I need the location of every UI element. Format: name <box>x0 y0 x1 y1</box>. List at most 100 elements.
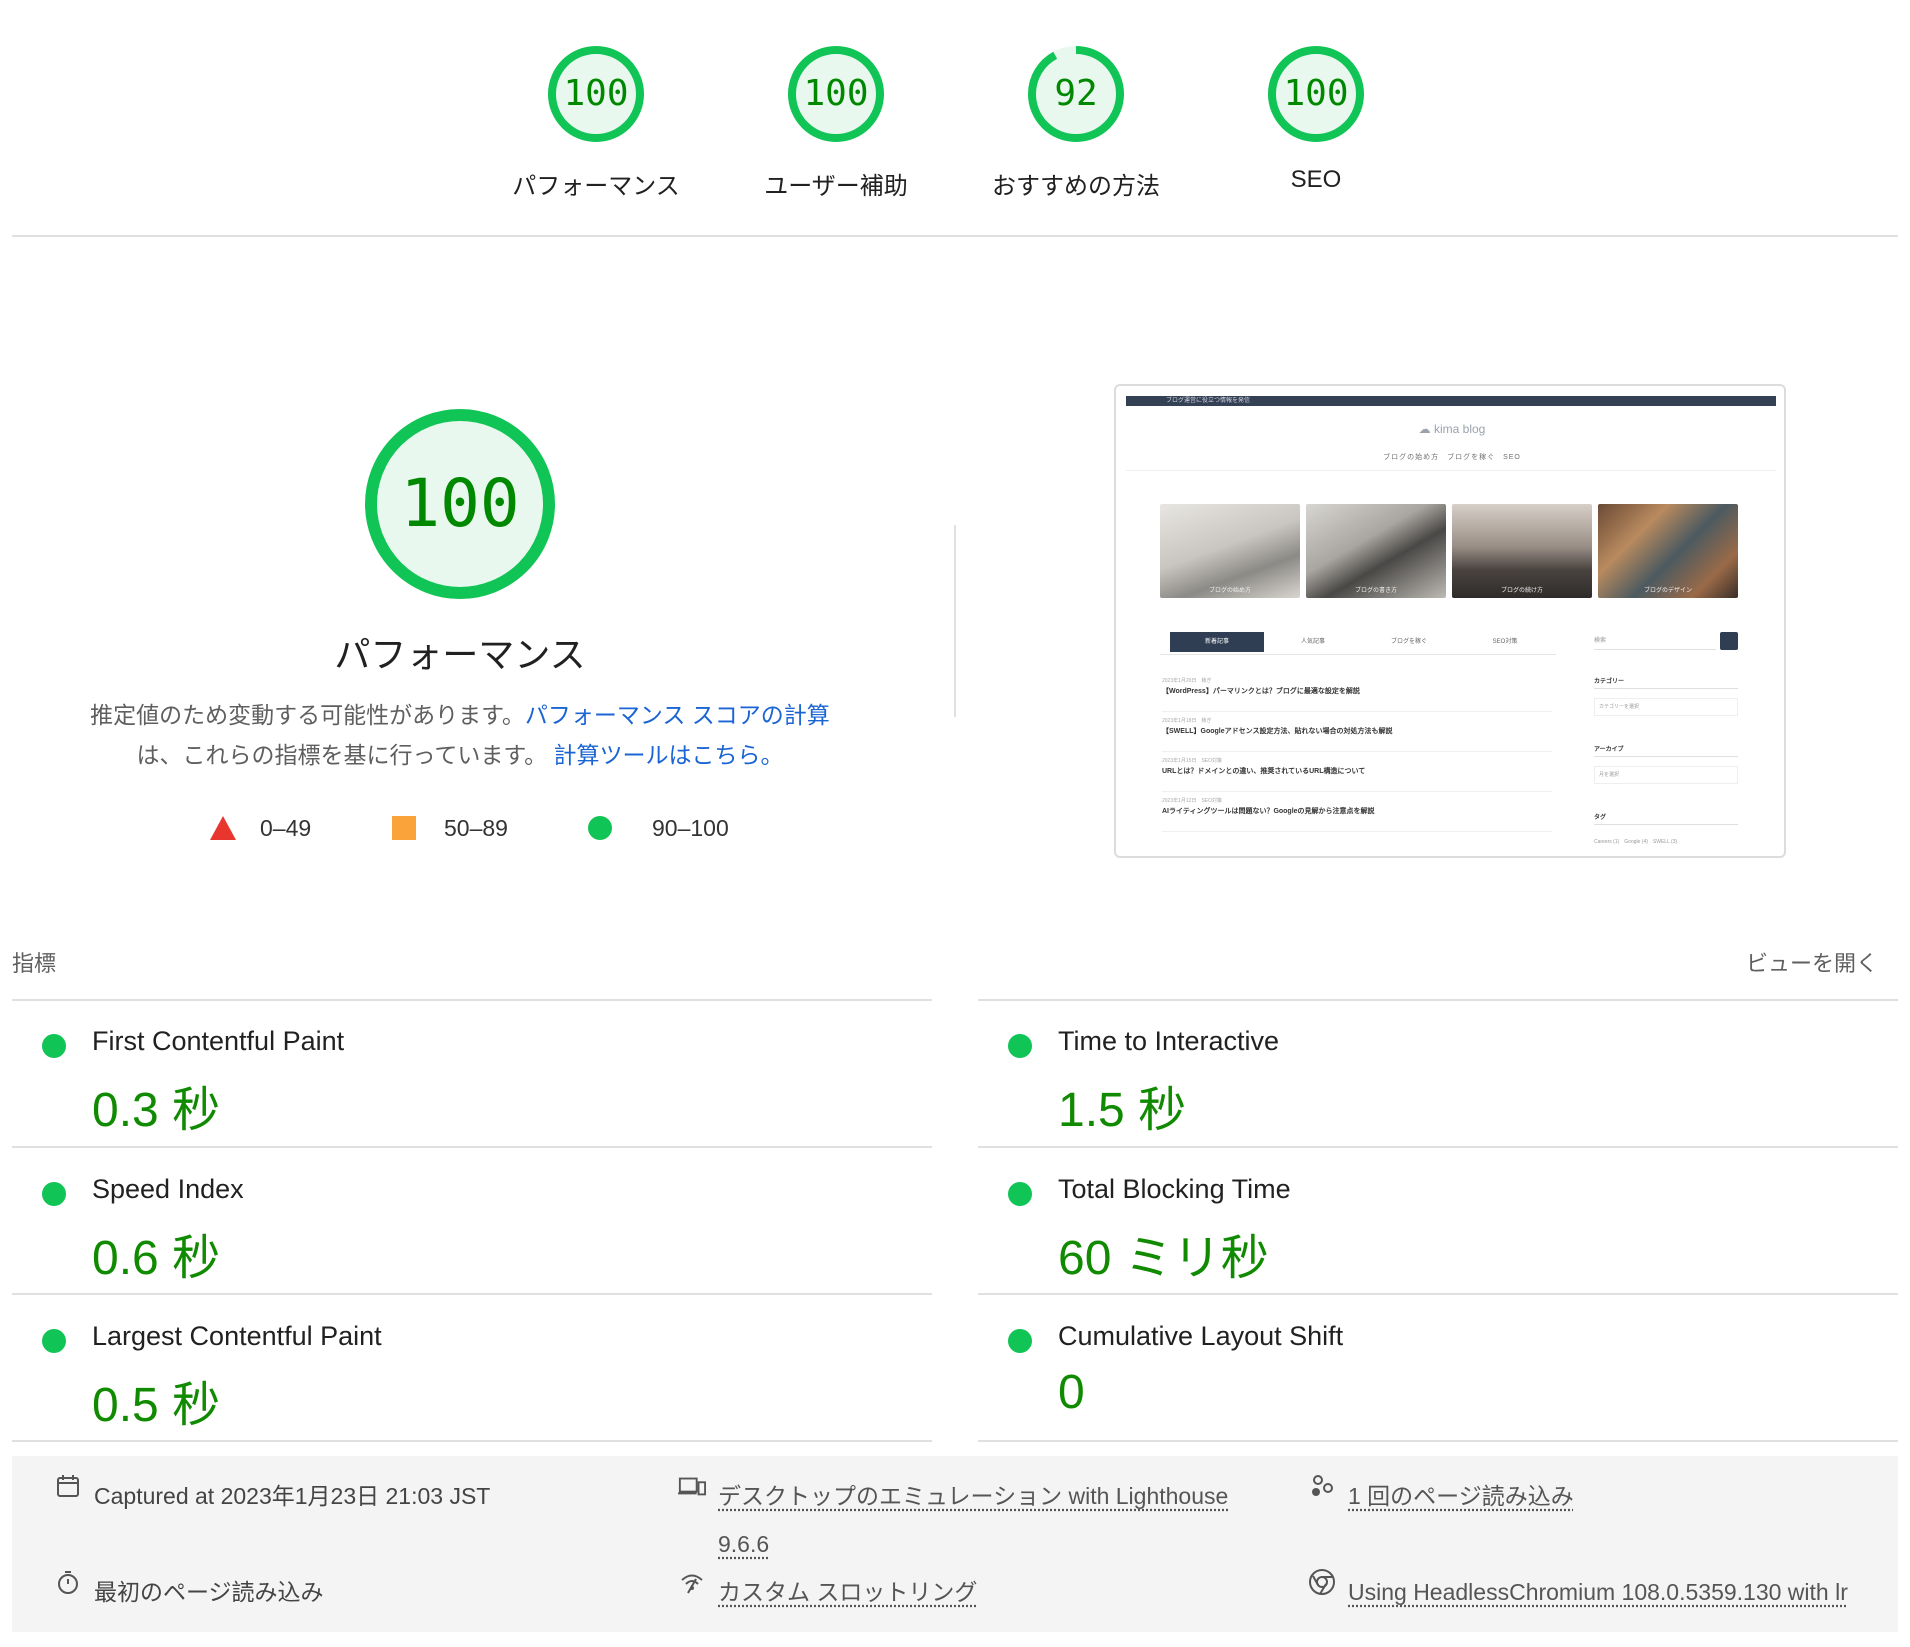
thumb-search: 検索 <box>1594 632 1716 650</box>
thumb-nav: ブログの始め方 ブログを稼ぐ SEO <box>1383 454 1521 461</box>
final-screenshot[interactable]: ブログ運営に役立つ情報を発信 ☁ kima blog ブログの始め方 ブログを稼… <box>1114 384 1786 858</box>
metric-tti: Time to Interactive 1.5 秒 <box>978 1002 1898 1148</box>
pass-circle-icon <box>1008 1182 1032 1206</box>
performance-title: パフォーマンス <box>334 634 586 675</box>
score-calculation-link[interactable]: パフォーマンス スコアの計算 <box>525 702 830 728</box>
desc-text: は、これらの指標を基に行っています。 <box>136 742 548 768</box>
stopwatch-icon <box>54 1568 82 1596</box>
metric-speed-index: Speed Index 0.6 秒 <box>12 1150 932 1296</box>
performance-summary: 100 パフォーマンス 推定値のため変動する可能性があります。パフォーマンス ス… <box>0 400 940 870</box>
calendar-icon <box>54 1472 82 1500</box>
calculator-link[interactable]: 計算ツールはこちら。 <box>553 742 783 768</box>
thumb-tab: ブログを稼ぐ <box>1390 639 1427 645</box>
metric-value: 0.3 秒 <box>92 1084 221 1137</box>
circle-icon <box>588 816 612 840</box>
vertical-divider <box>954 525 956 717</box>
gauge-accessibility[interactable]: 100 ユーザー補助 <box>736 44 936 201</box>
gauge-score: 100 <box>563 73 629 114</box>
thumb-search-icon <box>1720 632 1738 650</box>
thumb-post-meta: 2023年1月20日 稼ぎ <box>1162 678 1212 684</box>
thumb-tab: 新着記事 <box>1170 632 1264 652</box>
thumb-pic: ブログの書き方 <box>1306 504 1446 598</box>
pass-circle-icon <box>42 1034 66 1058</box>
legend-range: 50–89 <box>444 814 508 841</box>
gauge-seo[interactable]: 100 SEO <box>1216 44 1416 194</box>
thumb-pic-label: ブログの続け方 <box>1500 588 1543 594</box>
thumb-tab-divider <box>1160 654 1556 655</box>
desc-text: 推定値のため変動する可能性があります。 <box>90 702 525 728</box>
metrics-title: 指標 <box>12 951 57 976</box>
wifi-icon <box>678 1568 706 1596</box>
legend-fail: 0–49 <box>210 808 311 848</box>
gauge-score: 100 <box>803 73 869 114</box>
multi-circle-icon <box>1308 1472 1336 1500</box>
bird-icon: ☁ <box>1418 422 1434 436</box>
metric-value: 1.5 秒 <box>1058 1084 1187 1137</box>
throttling-text[interactable]: カスタム スロットリング <box>718 1568 977 1616</box>
gauge-best-practices[interactable]: 92 おすすめの方法 <box>976 44 1176 201</box>
metric-divider <box>12 999 932 1001</box>
metric-divider <box>978 1293 1898 1295</box>
thumb-pic-label: ブログのデザイン <box>1643 588 1692 594</box>
thumb-tab: 人気記事 <box>1300 639 1325 645</box>
metric-divider <box>12 1293 932 1295</box>
thumb-side-title: タグ <box>1594 815 1607 821</box>
thumb-post-title: URLとは？ドメインとの違い、推奨されているURL構造について <box>1162 768 1366 775</box>
performance-score: 100 <box>400 465 520 542</box>
runtime-settings: Captured at 2023年1月23日 21:03 JST 最初のページ読… <box>12 1456 1898 1632</box>
gauge-label: ユーザー補助 <box>764 173 908 200</box>
pass-circle-icon <box>1008 1329 1032 1353</box>
metrics-toggle-view[interactable]: ビューを開く <box>1746 946 1878 978</box>
top-divider <box>12 235 1898 237</box>
gauge-label: パフォーマンス <box>512 173 680 200</box>
metric-name: Total Blocking Time <box>1058 1174 1291 1204</box>
initial-page-load: 最初のページ読み込み <box>54 1568 324 1616</box>
metric-name: Speed Index <box>92 1174 244 1204</box>
browser-text[interactable]: Using HeadlessChromium 108.0.5359.130 wi… <box>1348 1568 1848 1616</box>
thumb-post-meta: 2023年1月18日 稼ぎ <box>1162 718 1212 724</box>
emulation-line2[interactable]: 9.6.6 <box>718 1531 769 1557</box>
metric-divider <box>12 1440 932 1442</box>
thumb-post: 2023年1月20日 稼ぎ 【WordPress】パーマリンクとは？ブログに最適… <box>1162 676 1552 712</box>
emulation-setting[interactable]: デスクトップのエミュレーション with Lighthouse 9.6.6 <box>678 1472 1298 1568</box>
metric-divider <box>978 1146 1898 1148</box>
metric-divider <box>12 1146 932 1148</box>
metric-cls: Cumulative Layout Shift 0 <box>978 1297 1898 1443</box>
thumb-pic: ブログのデザイン <box>1598 504 1738 598</box>
page-load-text[interactable]: 1 回のページ読み込み <box>1348 1472 1574 1520</box>
metric-name: Time to Interactive <box>1058 1026 1280 1056</box>
devices-icon <box>678 1472 706 1500</box>
thumb-nav-divider <box>1126 470 1776 471</box>
page-load-count[interactable]: 1 回のページ読み込み <box>1308 1472 1574 1520</box>
gauge-score: 100 <box>1283 73 1349 114</box>
thumb-side-title: アーカイブ <box>1594 747 1624 753</box>
metric-name: Largest Contentful Paint <box>92 1321 382 1351</box>
thumb-logo: ☁ kima blog <box>1116 422 1784 436</box>
thumb-topbar: ブログ運営に役立つ情報を発信 <box>1126 396 1776 406</box>
initial-load-text: 最初のページ読み込み <box>94 1579 324 1605</box>
triangle-icon <box>210 816 236 840</box>
thumb-side-select: 月を選択 <box>1594 766 1738 784</box>
captured-at: Captured at 2023年1月23日 21:03 JST <box>54 1472 490 1520</box>
browser-info[interactable]: Using HeadlessChromium 108.0.5359.130 wi… <box>1308 1568 1888 1616</box>
thumb-side-divider <box>1594 756 1738 757</box>
thumb-post-meta: 2023年1月12日 SEO対策 <box>1162 798 1223 804</box>
thumb-side-divider <box>1594 824 1738 825</box>
category-gauges: 100 パフォーマンス 100 ユーザー補助 92 おすすめの方法 100 SE… <box>0 0 1910 236</box>
thumb-pic-label: ブログの書き方 <box>1354 588 1397 594</box>
legend-pass: 90–100 <box>588 808 729 848</box>
pass-circle-icon <box>42 1182 66 1206</box>
thumb-post: 2023年1月18日 稼ぎ 【SWELL】Googleアドセンス設定方法、貼れな… <box>1162 716 1552 752</box>
pass-circle-icon <box>42 1329 66 1353</box>
metric-value: 0.5 秒 <box>92 1379 221 1432</box>
emulation-text[interactable]: デスクトップのエミュレーション with Lighthouse 9.6.6 <box>718 1472 1228 1568</box>
gauge-performance[interactable]: 100 パフォーマンス <box>496 44 696 201</box>
metric-value: 0 <box>1058 1366 1085 1419</box>
legend-range: 90–100 <box>652 814 729 841</box>
throttling-setting[interactable]: カスタム スロットリング <box>678 1568 977 1616</box>
score-legend: 0–49 50–89 90–100 <box>0 808 920 848</box>
thumb-tab: SEO対策 <box>1492 639 1518 645</box>
metric-divider <box>978 999 1898 1001</box>
pass-circle-icon <box>1008 1034 1032 1058</box>
emulation-line1[interactable]: デスクトップのエミュレーション with Lighthouse <box>718 1483 1228 1509</box>
